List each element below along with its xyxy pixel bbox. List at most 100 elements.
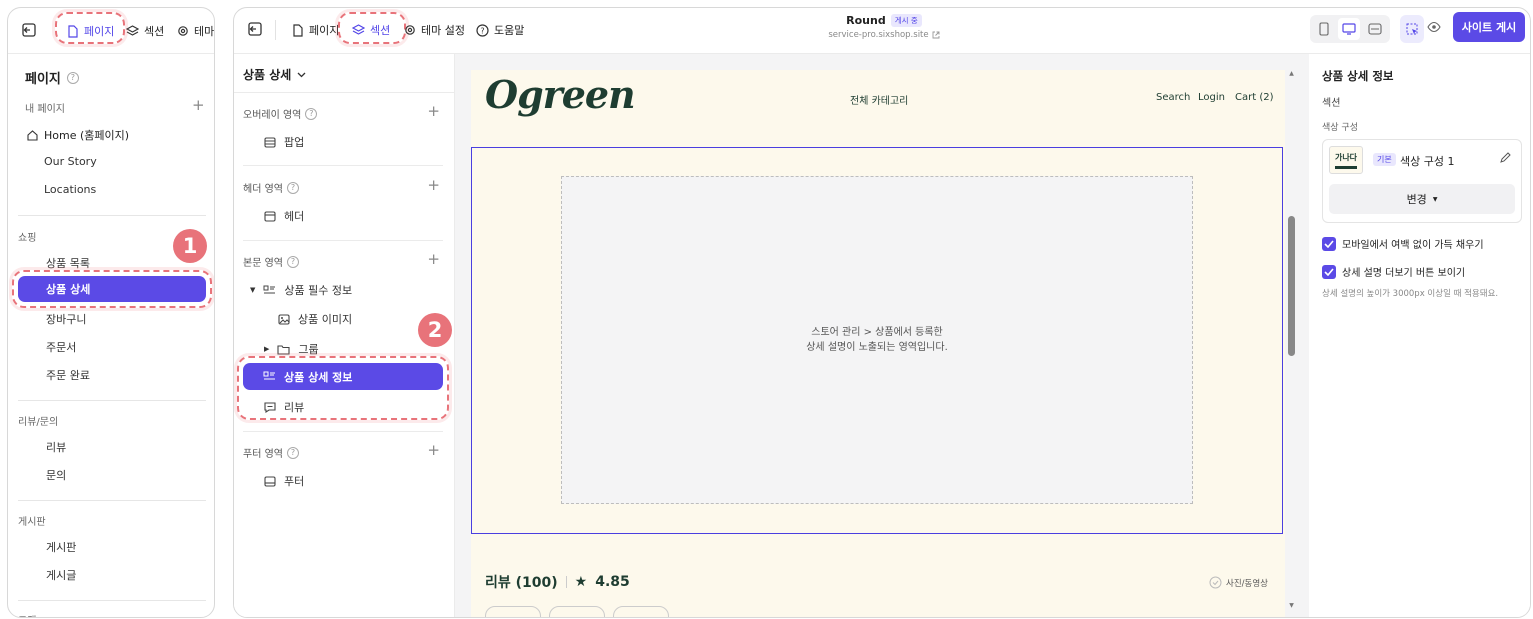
- select-tool-icon[interactable]: [1400, 15, 1424, 43]
- edit-pencil-icon[interactable]: [1500, 152, 1511, 163]
- gear-icon: [405, 25, 415, 35]
- option-hint: 상세 설명의 높이가 3000px 이상일 때 적용돼요.: [1322, 289, 1499, 299]
- help-icon[interactable]: ?: [66, 71, 79, 84]
- preview-canvas: Ogreen 전체 카테고리 Search Login Cart (2) 스토어…: [455, 54, 1309, 617]
- nav-item-review[interactable]: 리뷰: [46, 439, 66, 455]
- swatch-bar: [1335, 166, 1357, 169]
- change-button[interactable]: 변경 ▼: [1329, 184, 1515, 214]
- help-button[interactable]: ? 도움말: [476, 22, 524, 38]
- section-group-product-info[interactable]: ▼ 상품 필수 정보: [250, 282, 352, 298]
- review-filter-chip[interactable]: [613, 606, 669, 617]
- review-title: 리뷰 (100): [485, 575, 558, 591]
- publish-site-button[interactable]: 사이트 게시: [1453, 12, 1525, 42]
- option-mobile-fullwidth[interactable]: 모바일에서 여백 없이 가득 채우기: [1322, 236, 1484, 251]
- nav-item-our-story[interactable]: Our Story: [44, 155, 97, 168]
- checkbox-checked-icon[interactable]: [1322, 264, 1336, 279]
- section-product-image[interactable]: 상품 이미지: [278, 311, 352, 327]
- tab-sections[interactable]: 섹션: [126, 23, 164, 39]
- section-footer[interactable]: 푸터: [264, 473, 304, 489]
- photo-filter[interactable]: 사진/동영상: [1209, 576, 1268, 589]
- scroll-thumb[interactable]: [1288, 216, 1295, 356]
- group-customer: 고객: [18, 612, 36, 617]
- body-area-label: 본문 영역?: [243, 254, 299, 269]
- tab-theme[interactable]: 테마: [177, 23, 214, 39]
- divider: [234, 92, 454, 93]
- option-show-more-button[interactable]: 상세 설명 더보기 버튼 보이기: [1322, 264, 1465, 279]
- list-icon: [263, 285, 276, 293]
- divider: [243, 240, 443, 241]
- nav-item-locations[interactable]: Locations: [44, 183, 96, 196]
- step-marker-1: 1: [173, 229, 207, 263]
- review-filter-chip[interactable]: [485, 606, 541, 617]
- scroll-down-icon[interactable]: ▼: [1287, 602, 1296, 609]
- nav-item-cart[interactable]: 장바구니: [46, 311, 86, 327]
- preview-eye-icon[interactable]: [1427, 21, 1441, 33]
- caret-down-icon[interactable]: ▼: [250, 286, 255, 294]
- scroll-up-icon[interactable]: ▲: [1287, 70, 1296, 77]
- group-board: 게시판: [18, 517, 46, 528]
- add-footer-button[interactable]: +: [427, 443, 440, 458]
- desktop-view-icon[interactable]: [1338, 18, 1360, 40]
- section-header[interactable]: 헤더: [264, 208, 304, 224]
- divider: [18, 600, 206, 601]
- add-body-section-button[interactable]: +: [427, 252, 440, 267]
- separator: [565, 576, 567, 588]
- default-badge: 기본: [1373, 153, 1396, 166]
- nav-search[interactable]: Search: [1156, 92, 1190, 103]
- nav-login[interactable]: Login: [1198, 92, 1225, 103]
- section-group[interactable]: ▶ 그룹: [264, 341, 319, 357]
- folder-icon: [277, 344, 290, 355]
- site-url[interactable]: service-pro.sixshop.site: [794, 30, 974, 40]
- caret-down-icon: ▼: [1432, 195, 1438, 203]
- add-header-button[interactable]: +: [427, 178, 440, 193]
- product-detail-section[interactable]: 스토어 관리 > 상품에서 등록한 상세 설명이 노출되는 영역입니다.: [471, 147, 1283, 534]
- divider: [243, 165, 443, 166]
- color-scheme-name: 색상 구성 1: [1400, 155, 1455, 168]
- page-title: 페이지 ?: [25, 68, 79, 87]
- nav-cart[interactable]: Cart (2): [1235, 92, 1274, 103]
- fit-width-icon[interactable]: [1368, 22, 1382, 36]
- help-icon[interactable]: ?: [286, 446, 299, 459]
- nav-item-product-list[interactable]: 상품 목록: [46, 255, 90, 271]
- section-popup[interactable]: 팝업: [264, 134, 304, 150]
- page-selector[interactable]: 상품 상세: [243, 66, 306, 83]
- exit-icon[interactable]: [21, 22, 37, 38]
- tab-theme-settings[interactable]: 테마 설정: [404, 22, 465, 38]
- color-scheme-label: 색상 구성: [1322, 123, 1358, 133]
- popup-icon: [264, 136, 276, 148]
- group-review-qna: 리뷰/문의: [18, 417, 59, 428]
- pages-tab-highlight: [55, 12, 125, 44]
- group-my-pages: 내 페이지: [25, 104, 65, 115]
- review-filter-chip[interactable]: [549, 606, 605, 617]
- device-toggle-group: [1310, 15, 1390, 43]
- tab-pages[interactable]: 페이지: [292, 22, 339, 38]
- group-shopping: 쇼핑: [18, 233, 37, 244]
- add-page-button[interactable]: +: [192, 96, 205, 114]
- review-header: 리뷰 (100) ★ 4.85: [485, 572, 630, 592]
- detail-placeholder: 스토어 관리 > 상품에서 등록한 상세 설명이 노출되는 영역입니다.: [561, 176, 1193, 504]
- preview-scrollbar[interactable]: ▲ ▼: [1287, 70, 1296, 617]
- caret-right-icon[interactable]: ▶: [264, 345, 269, 353]
- star-icon: ★: [574, 574, 588, 590]
- help-icon[interactable]: ?: [305, 107, 318, 120]
- add-overlay-button[interactable]: +: [427, 104, 440, 119]
- nav-item-qna[interactable]: 문의: [46, 467, 66, 483]
- nav-item-board[interactable]: 게시판: [46, 539, 76, 555]
- help-icon[interactable]: ?: [286, 255, 299, 268]
- nav-item-order-complete[interactable]: 주문 완료: [46, 367, 90, 383]
- editor-window: 페이지 섹션 테마 설정 ? 도움말 Round 게시 중 service-pr…: [233, 7, 1531, 618]
- nav-item-post[interactable]: 게시글: [46, 567, 76, 583]
- home-icon: [27, 129, 38, 141]
- nav-item-order-form[interactable]: 주문서: [46, 339, 76, 355]
- section-list-panel: 상품 상세 오버레이 영역? + 팝업 헤더 영역? + 헤더 본문 영역? +: [234, 54, 455, 617]
- exit-icon[interactable]: [247, 21, 263, 37]
- checkbox-checked-icon[interactable]: [1322, 236, 1336, 251]
- mobile-view-icon[interactable]: [1319, 22, 1329, 36]
- help-icon[interactable]: ?: [286, 181, 299, 194]
- nav-all-categories[interactable]: 전체 카테고리: [850, 92, 908, 107]
- nav-item-home[interactable]: Home (홈페이지): [27, 127, 129, 143]
- color-swatch: 가나다: [1329, 146, 1363, 174]
- section-selection-highlight: [237, 356, 449, 420]
- divider: [18, 500, 206, 501]
- settings-panel: 상품 상세 정보 섹션 색상 구성 가나다 기본 색상 구성 1 변경 ▼ 모바…: [1309, 54, 1530, 617]
